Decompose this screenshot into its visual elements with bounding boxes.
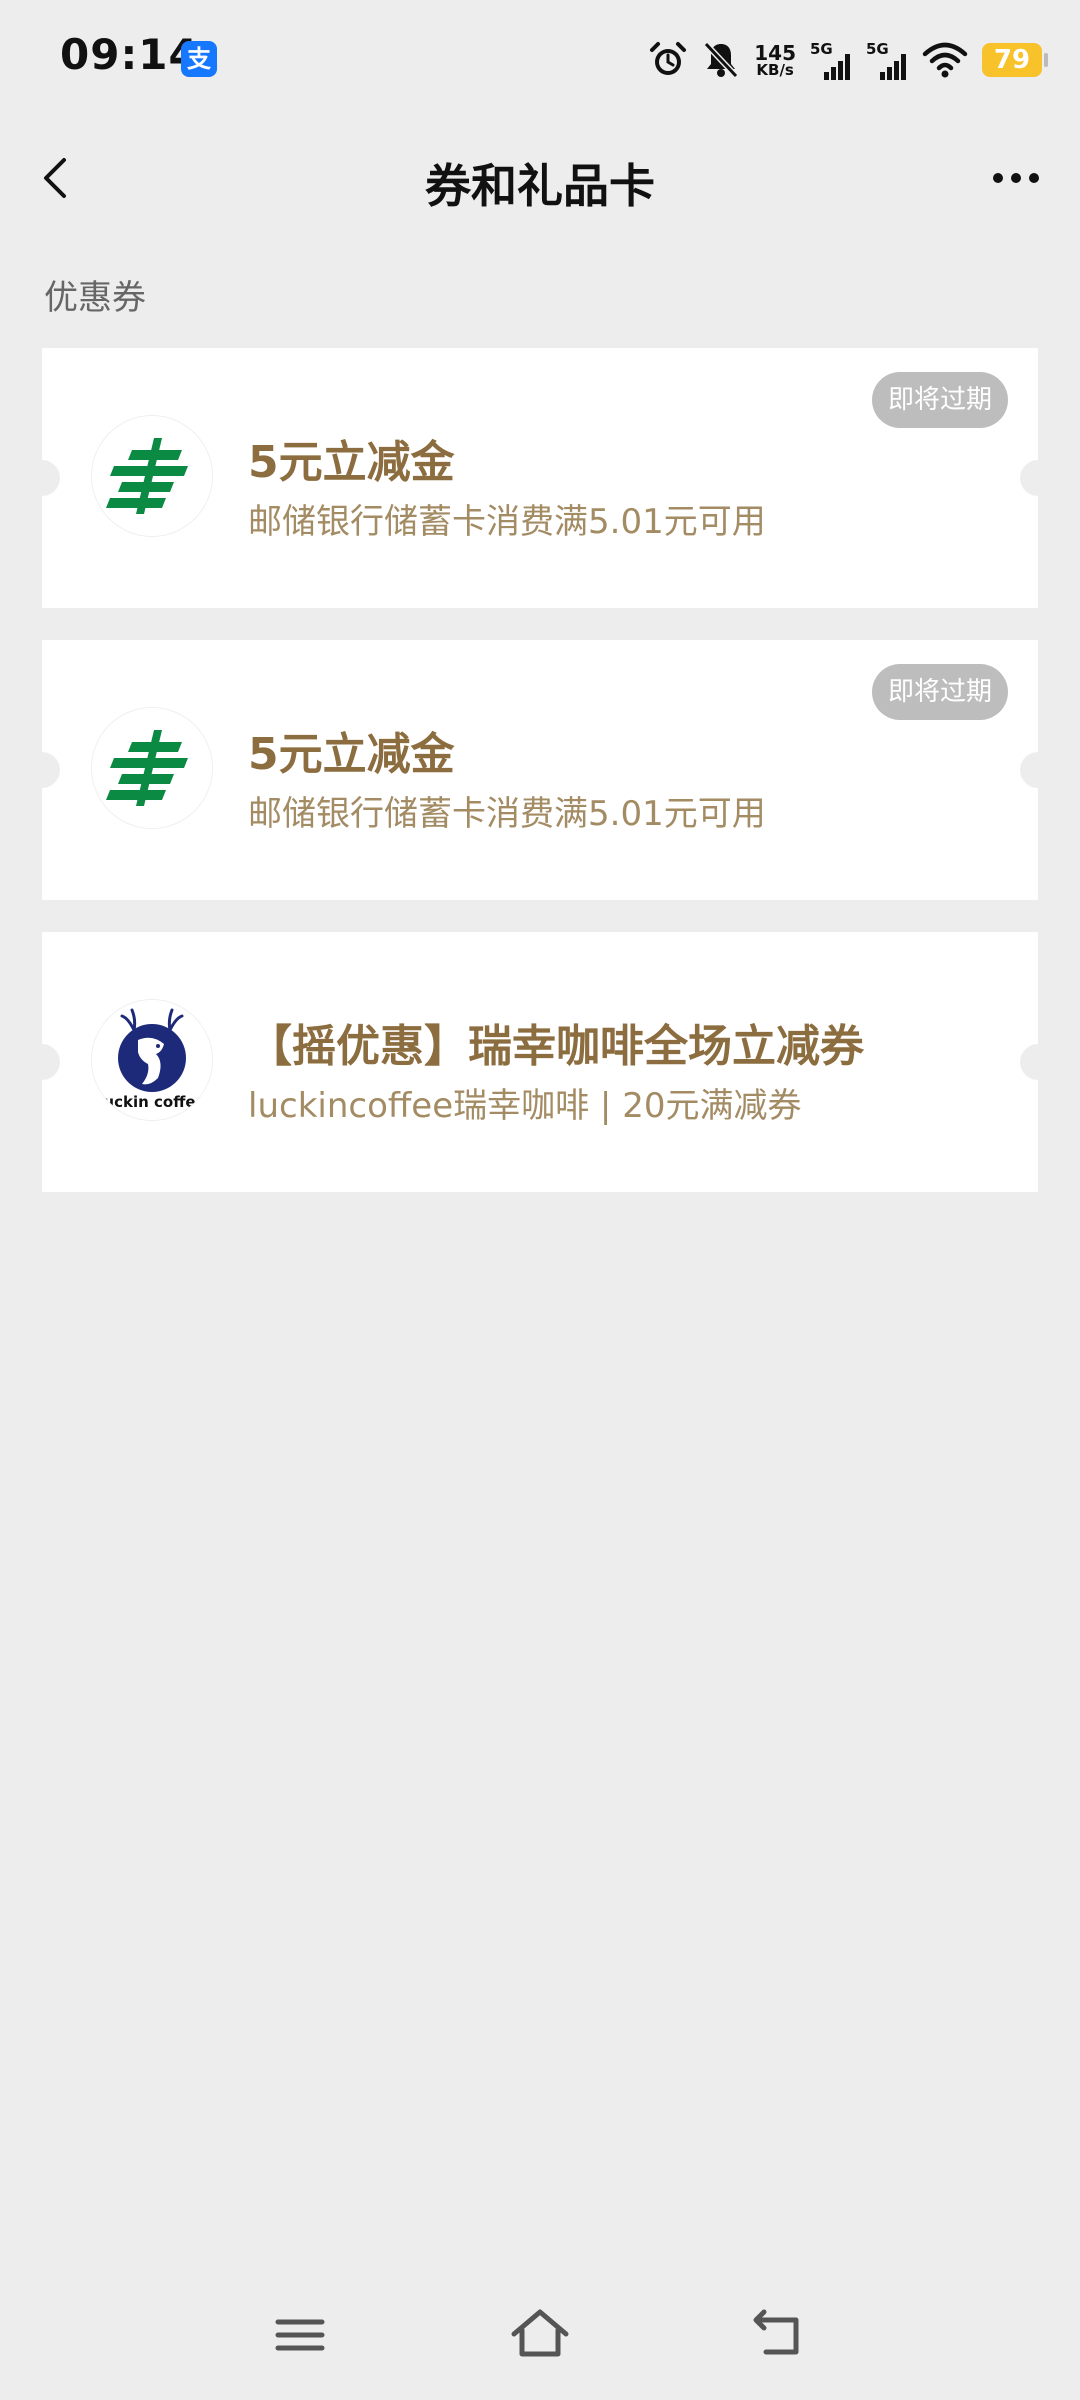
expiring-tag: 即将过期 bbox=[871, 372, 1008, 428]
back-icon bbox=[753, 2309, 799, 2355]
expiring-tag: 即将过期 bbox=[871, 664, 1008, 720]
signal-icon bbox=[880, 54, 906, 80]
coupon-notch-right bbox=[1020, 1044, 1056, 1080]
postal-savings-logo-icon bbox=[92, 708, 212, 828]
status-bar: 09:14 支 145 KB/s 5G 5G 79 bbox=[0, 0, 1080, 120]
net-speed-value: 145 bbox=[754, 40, 796, 65]
luckin-coffee-logo-icon: luckin coffee bbox=[92, 1000, 212, 1120]
alipay-badge-icon: 支 bbox=[181, 41, 217, 77]
section-label-coupons: 优惠券 bbox=[44, 278, 146, 318]
coupon-notch-right bbox=[1020, 752, 1056, 788]
more-icon bbox=[993, 173, 1039, 183]
coupon-notch-left bbox=[24, 1044, 60, 1080]
coupon-description: luckincoffee瑞幸咖啡 | 20元满减券 bbox=[248, 1086, 802, 1126]
menu-icon bbox=[275, 2319, 325, 2351]
postal-savings-logo-icon bbox=[92, 416, 212, 536]
navigation-bar bbox=[0, 2280, 1080, 2400]
coupon-description: 邮储银行储蓄卡消费满5.01元可用 bbox=[248, 794, 766, 834]
wifi-icon bbox=[922, 42, 968, 78]
coupon-notch-left bbox=[24, 460, 60, 496]
nav-back-button[interactable] bbox=[740, 2300, 820, 2370]
page-title: 券和礼品卡 bbox=[425, 159, 655, 213]
alarm-icon bbox=[650, 42, 687, 75]
status-time: 09:14 bbox=[60, 30, 199, 79]
status-icons: 145 KB/s 5G 5G 79 bbox=[648, 34, 1048, 86]
signal-2: 5G bbox=[866, 40, 908, 80]
signal-icon bbox=[824, 54, 850, 80]
coupon-title: 【摇优惠】瑞幸咖啡全场立减券 bbox=[248, 1021, 864, 1072]
home-button[interactable] bbox=[500, 2300, 580, 2370]
menu-button[interactable] bbox=[260, 2300, 340, 2370]
battery-icon: 79 bbox=[982, 43, 1048, 77]
home-icon bbox=[511, 2309, 569, 2357]
signal-1: 5G bbox=[810, 40, 852, 80]
coupon-title: 5元立减金 bbox=[248, 437, 455, 488]
net-speed: 145 KB/s bbox=[754, 43, 796, 78]
coupon-card[interactable]: 5元立减金 邮储银行储蓄卡消费满5.01元可用 即将过期 bbox=[24, 348, 1056, 608]
coupon-card[interactable]: 5元立减金 邮储银行储蓄卡消费满5.01元可用 即将过期 bbox=[24, 640, 1056, 900]
luckin-logo-text: luckin coffee bbox=[98, 1093, 205, 1111]
coupon-description: 邮储银行储蓄卡消费满5.01元可用 bbox=[248, 502, 766, 542]
more-button[interactable] bbox=[978, 150, 1054, 206]
coupon-notch-left bbox=[24, 752, 60, 788]
coupon-title: 5元立减金 bbox=[248, 729, 455, 780]
mute-icon bbox=[704, 41, 739, 79]
coupon-card[interactable]: luckin coffee 【摇优惠】瑞幸咖啡全场立减券 luckincoffe… bbox=[24, 932, 1056, 1192]
net-speed-unit: KB/s bbox=[756, 60, 794, 79]
coupon-notch-right bbox=[1020, 460, 1056, 496]
